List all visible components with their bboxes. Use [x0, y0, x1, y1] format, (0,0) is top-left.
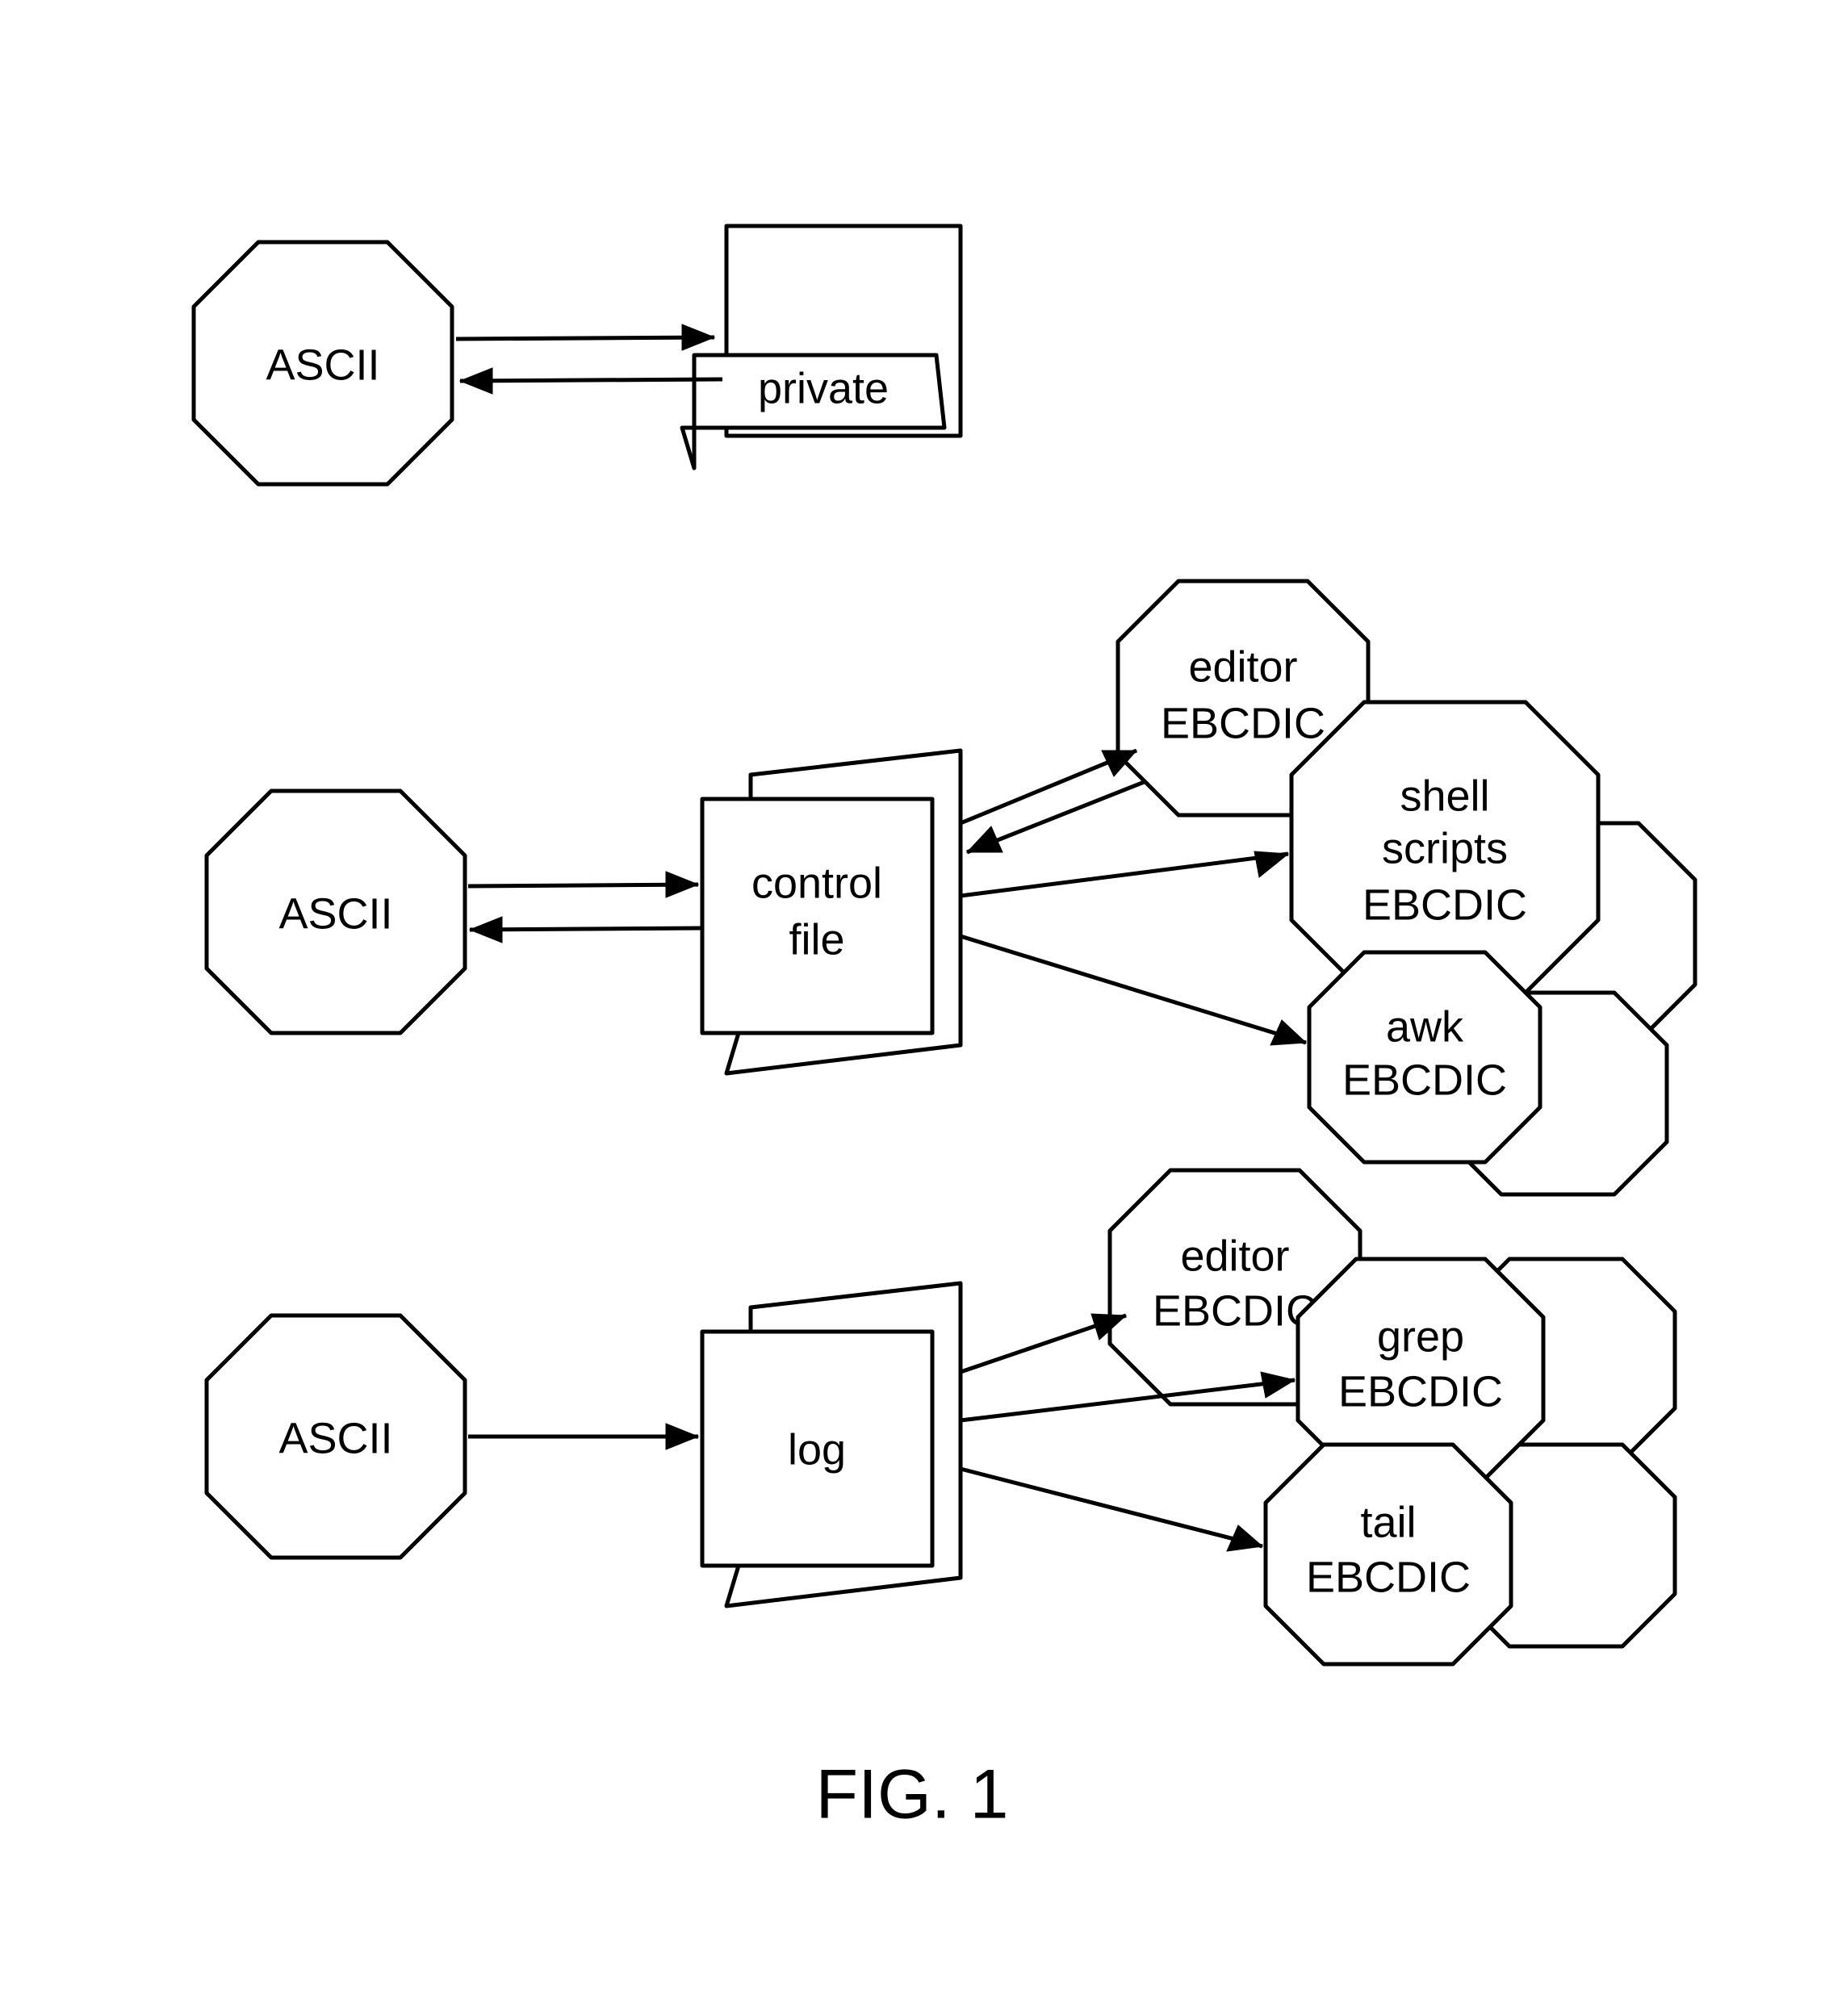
node-ascii-3: ASCII [207, 1315, 465, 1558]
label-r3-tail-1: tail [1360, 1498, 1416, 1546]
label-file-control-1: control [751, 859, 882, 907]
label-file-private: private [758, 364, 889, 412]
label-r3-editor-2: EBCDIC [1153, 1286, 1317, 1335]
label-r2-awk-2: EBCDIC [1342, 1056, 1507, 1104]
label-r3-grep-2: EBCDIC [1338, 1367, 1503, 1416]
node-r2-shell: shell scripts EBCDIC [1291, 702, 1598, 993]
node-file-log: log [702, 1283, 961, 1606]
label-file-log: log [788, 1425, 846, 1474]
arrows-r1 [456, 324, 722, 394]
label-r2-shell-3: EBCDIC [1362, 880, 1527, 929]
figure-svg: ASCII private ASCII control file [0, 0, 1825, 2016]
label-r3-tail-2: EBCDIC [1306, 1553, 1471, 1601]
label-r2-editor-2: EBCDIC [1161, 699, 1325, 747]
node-file-control: control file [702, 751, 961, 1073]
label-ascii-2: ASCII [278, 889, 392, 938]
label-r3-editor-1: editor [1180, 1232, 1289, 1280]
label-file-control-2: file [789, 915, 844, 964]
label-r2-shell-2: scripts [1382, 824, 1508, 872]
label-ascii-3: ASCII [278, 1414, 392, 1462]
arrows-r2-af [468, 872, 702, 943]
label-ascii-1: ASCII [266, 341, 379, 389]
figure-title: FIG. 1 [816, 1756, 1009, 1834]
label-r2-shell-1: shell [1400, 772, 1489, 820]
node-ascii-2: ASCII [207, 791, 465, 1033]
label-r3-grep-1: grep [1377, 1312, 1464, 1361]
label-r2-editor-1: editor [1188, 642, 1297, 691]
node-r2-awk: awk EBCDIC [1309, 952, 1540, 1162]
node-ascii-1: ASCII [194, 242, 452, 484]
label-r2-awk-1: awk [1386, 1002, 1464, 1051]
node-r3-tail: tail EBCDIC [1266, 1445, 1511, 1664]
arrows-r3-af [468, 1424, 698, 1449]
node-file-private: private [682, 226, 961, 468]
